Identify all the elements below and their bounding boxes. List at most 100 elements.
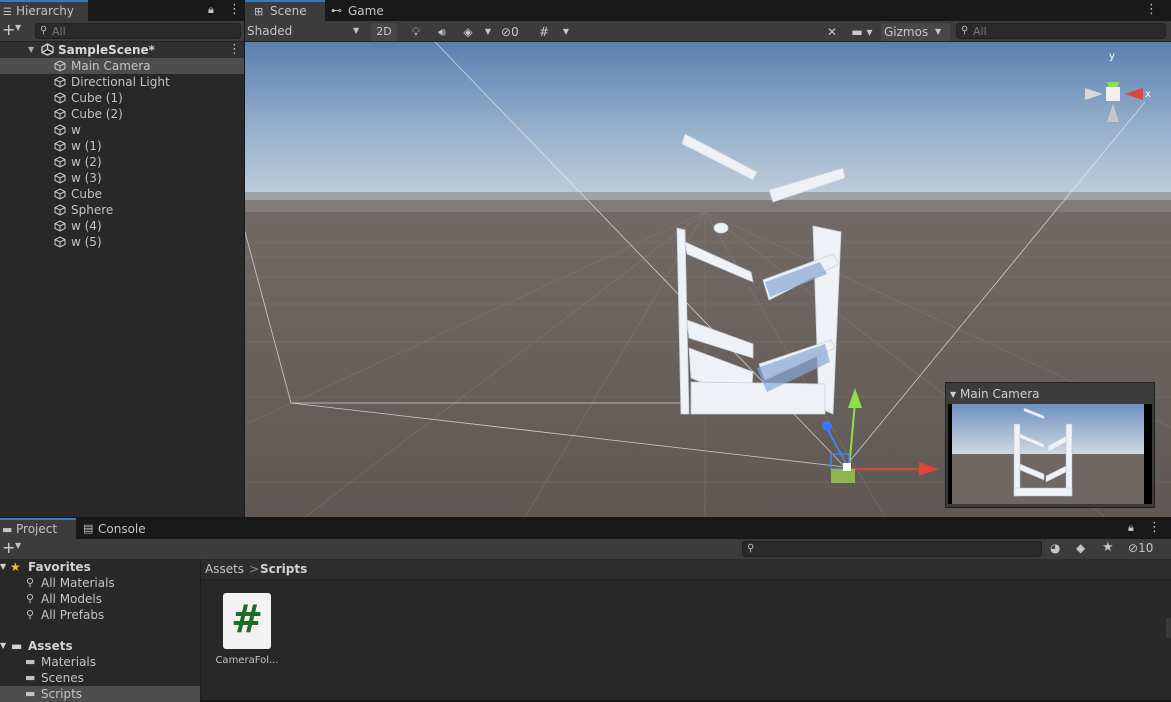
filter-by-type-icon[interactable]: ◕	[1050, 541, 1060, 555]
expand-arrow-icon[interactable]: ▼	[0, 638, 6, 654]
hidden-count: 0	[511, 25, 519, 39]
add-icon[interactable]: +	[2, 538, 15, 557]
hierarchy-toolbar: + ▼ ⚲ All	[0, 20, 244, 42]
more-options-icon[interactable]: ⋮	[228, 2, 241, 17]
hierarchy-item[interactable]: Cube (1)	[0, 90, 244, 106]
search-icon: ⚲	[40, 25, 48, 36]
hierarchy-item[interactable]: w (4)	[0, 218, 244, 234]
project-folder-tree: ▼ ★ Favorites ⚲ All Materials ⚲ All Models ⚲…	[0, 559, 201, 702]
favorite-item-label: All Prefabs	[41, 608, 105, 622]
gizmos-dropdown[interactable]: Gizmos ▼	[881, 23, 950, 41]
more-options-icon[interactable]: ⋮	[1148, 520, 1161, 535]
camera-preview-header: ▼ Main Camera	[950, 387, 1040, 401]
hierarchy-item[interactable]: w (5)	[0, 234, 244, 250]
scene-tab-bar: ⊞ Scene ⊷ Game ⋮	[245, 0, 1171, 21]
favorite-star-icon[interactable]: ★	[1102, 540, 1114, 555]
tab-scene-label: Scene	[270, 4, 307, 18]
favorite-item[interactable]: ⚲ All Materials	[0, 575, 200, 591]
hierarchy-item[interactable]: Cube (2)	[0, 106, 244, 122]
gizmos-label: Gizmos	[884, 25, 929, 39]
hierarchy-item-label: w (2)	[71, 155, 102, 169]
console-icon: ▤	[83, 522, 94, 535]
hierarchy-item[interactable]: w	[0, 122, 244, 138]
asset-folder-label: Scenes	[41, 671, 84, 685]
tab-hierarchy[interactable]: ☰ Hierarchy	[0, 0, 88, 21]
tab-game[interactable]: ⊷ Game	[329, 0, 399, 21]
tab-project[interactable]: ▬ Project	[0, 518, 76, 539]
effects-icon[interactable]: ◈	[457, 23, 479, 41]
hierarchy-item[interactable]: w (1)	[0, 138, 244, 154]
hierarchy-search-input[interactable]: ⚲ All	[35, 23, 241, 39]
chevron-down-icon[interactable]: ▼	[15, 23, 21, 32]
expand-arrow-icon[interactable]: ▼	[0, 559, 6, 575]
project-content: Assets > Scripts # CameraFol...	[201, 559, 1171, 700]
scene-search-input[interactable]: ⚲ All	[956, 23, 1166, 39]
search-icon: ⚲	[26, 592, 35, 605]
lighting-toggle-icon[interactable]: 💡︎	[405, 23, 427, 41]
scene-name: SampleScene*	[58, 43, 155, 57]
gamepad-icon: ⊷	[331, 4, 342, 17]
assets-row[interactable]: ▼ ▬ Assets	[0, 638, 200, 654]
favorite-item-label: All Materials	[41, 576, 115, 590]
scene-viewport[interactable]: y x ▼ Main Camera	[245, 42, 1171, 517]
tab-scene[interactable]: ⊞ Scene	[245, 0, 325, 21]
breadcrumb-scripts[interactable]: Scripts	[260, 559, 307, 579]
scrollbar[interactable]	[1166, 618, 1171, 638]
tab-game-label: Game	[348, 4, 384, 18]
hierarchy-item[interactable]: Main Camera	[0, 58, 244, 74]
grid-dropdown-icon[interactable]: ▼	[559, 23, 573, 41]
chevron-down-icon[interactable]: ▼	[15, 541, 21, 550]
scene-panel: ⊞ Scene ⊷ Game ⋮ Shaded ▼ 2D 💡︎ 🔊︎ ◈ ▼ ⊘…	[245, 0, 1171, 517]
breadcrumb-separator: >	[249, 562, 260, 576]
hierarchy-item[interactable]: Directional Light	[0, 74, 244, 90]
chevron-down-icon: ▼	[935, 27, 942, 36]
grid-snap-icon[interactable]: #	[535, 23, 553, 41]
scene-toolbar: Shaded ▼ 2D 💡︎ 🔊︎ ◈ ▼ ⊘0 # ▼ ✕ ▬ ▾ Gizmo…	[245, 21, 1171, 42]
tab-project-label: Project	[16, 522, 58, 536]
lock-icon[interactable]: 🔒︎	[208, 3, 214, 17]
camera-settings-icon[interactable]: ▬ ▾	[847, 23, 877, 41]
collapse-arrow-icon[interactable]: ▼	[950, 390, 956, 399]
search-icon: ⚲	[747, 543, 755, 554]
favorite-item[interactable]: ⚲ All Prefabs	[0, 607, 200, 623]
hidden-objects-toggle[interactable]: ⊘0	[501, 23, 531, 41]
asset-file-item[interactable]: # CameraFol...	[215, 593, 279, 675]
axis-x-label: x	[1145, 89, 1151, 100]
hierarchy-item[interactable]: Sphere	[0, 202, 244, 218]
favorites-row[interactable]: ▼ ★ Favorites	[0, 559, 200, 575]
asset-folder-item[interactable]: ▬ Scenes	[0, 670, 200, 686]
expand-arrow-icon[interactable]: ▼	[28, 42, 34, 58]
shading-mode-dropdown[interactable]: Shaded ▼	[247, 23, 365, 39]
camera-preview-window[interactable]: ▼ Main Camera	[945, 382, 1155, 508]
hierarchy-item[interactable]: w (3)	[0, 170, 244, 186]
hidden-packages-toggle[interactable]: ⊘10	[1128, 541, 1153, 555]
audio-toggle-icon[interactable]: 🔊︎	[431, 23, 453, 41]
scene-row[interactable]: ▼ SampleScene* ⋮	[0, 42, 244, 58]
hierarchy-item-label: w	[71, 123, 81, 137]
hierarchy-item-label: Sphere	[71, 203, 114, 217]
hierarchy-item-label: Cube (2)	[71, 107, 123, 121]
axis-y-label: y	[1109, 51, 1115, 62]
hierarchy-item[interactable]: Cube	[0, 186, 244, 202]
project-search-input[interactable]: ⚲	[742, 541, 1042, 557]
grid-icon: ⊞	[254, 5, 264, 18]
lock-icon[interactable]: 🔒︎	[1128, 521, 1134, 535]
tab-console[interactable]: ▤ Console	[80, 518, 160, 539]
favorite-item[interactable]: ⚲ All Models	[0, 591, 200, 607]
camera-preview-title: Main Camera	[959, 387, 1040, 401]
asset-folder-item[interactable]: ▬ Materials	[0, 654, 200, 670]
effects-dropdown-icon[interactable]: ▼	[481, 23, 495, 41]
folder-icon: ▬	[2, 523, 13, 536]
filter-by-label-icon[interactable]: ◆	[1076, 541, 1085, 555]
scene-more-icon[interactable]: ⋮	[228, 42, 241, 58]
hierarchy-item[interactable]: w (2)	[0, 154, 244, 170]
hierarchy-item-label: w (1)	[71, 139, 102, 153]
toggle-2d-button[interactable]: 2D	[371, 23, 397, 41]
add-icon[interactable]: +	[2, 20, 15, 39]
tools-icon[interactable]: ✕	[823, 23, 841, 41]
scene-more-options-icon[interactable]: ⋮	[1145, 2, 1158, 17]
star-icon: ★	[10, 560, 21, 574]
breadcrumb-assets[interactable]: Assets	[205, 559, 244, 579]
eye-slash-icon: ⊘	[501, 25, 512, 39]
hierarchy-list: ▼ SampleScene* ⋮ Main Camera Directional …	[0, 42, 244, 517]
